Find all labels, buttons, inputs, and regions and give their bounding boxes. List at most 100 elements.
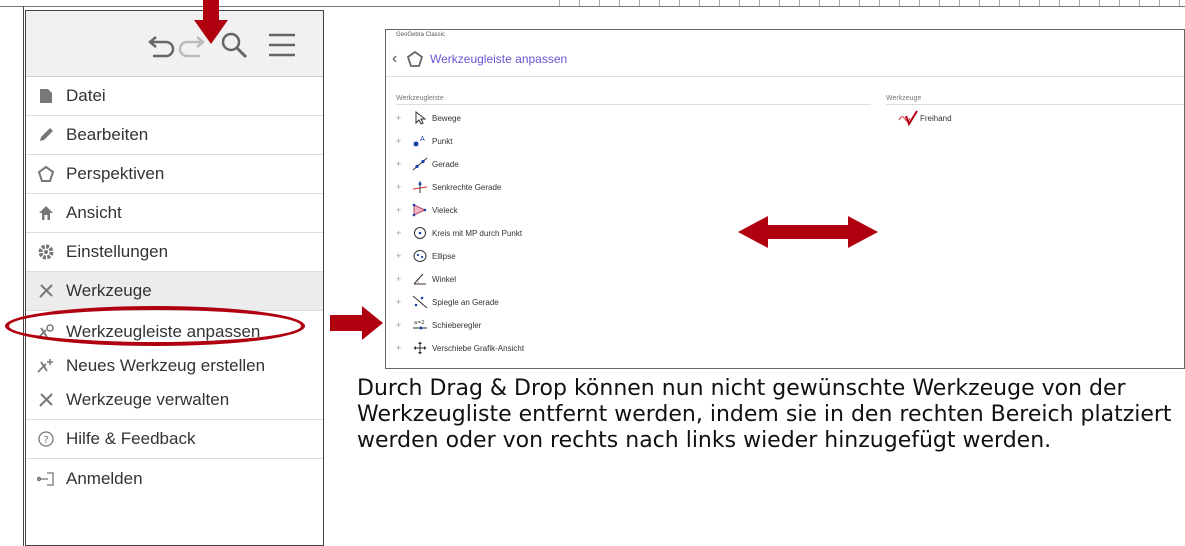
customize-toolbar-icon: [26, 324, 66, 340]
svg-text:?: ?: [43, 435, 48, 446]
expand-icon[interactable]: +: [396, 297, 408, 307]
menu-item-ansicht[interactable]: Ansicht: [26, 194, 323, 233]
submenu-item-neues-werkzeug[interactable]: Neues Werkzeug erstellen: [26, 349, 323, 383]
menu-item-label: Bearbeiten: [66, 125, 149, 144]
tool-label: Spiegle an Gerade: [432, 297, 499, 307]
customize-toolbar-screenshot: GeoGebra Classic ‹ Werkzeugleiste anpass…: [385, 29, 1185, 369]
move-graphics-view-icon: [408, 341, 432, 355]
top-ruler: [0, 0, 1185, 7]
down-arrow-annotation: [194, 0, 228, 44]
move-tool-icon: [408, 111, 432, 125]
tools-submenu: Werkzeugleiste anpassen Neues Werkzeug e…: [26, 311, 323, 420]
available-tool-row[interactable]: Freihand: [896, 108, 952, 128]
submenu-item-label: Werkzeugleiste anpassen: [66, 322, 261, 341]
menu-item-label: Anmelden: [66, 468, 143, 488]
tool-label: Gerade: [432, 159, 459, 169]
tool-label: Winkel: [432, 274, 457, 284]
tools-icon: [26, 283, 66, 299]
line-tool-icon: [408, 157, 432, 171]
circle-center-point-icon: [408, 226, 432, 240]
submenu-item-werkzeugleiste-anpassen[interactable]: Werkzeugleiste anpassen: [26, 315, 323, 349]
menu-icon[interactable]: [264, 27, 300, 63]
window-title-text: GeoGebra Classic: [396, 32, 446, 38]
submenu-item-werkzeuge-verwalten[interactable]: Werkzeuge verwalten: [26, 383, 323, 417]
toolbar-tool-row[interactable]: + Gerade: [396, 154, 459, 174]
toolbar-column-label: Werkzeugleiste: [396, 95, 444, 102]
point-tool-icon: A: [408, 134, 432, 148]
menu-item-label: Einstellungen: [66, 242, 169, 261]
toolbar-tool-row[interactable]: + Spiegle an Gerade: [396, 292, 499, 312]
toolbar-tool-row[interactable]: + A Punkt: [396, 131, 452, 151]
svg-text:a=2: a=2: [414, 320, 424, 326]
manage-tools-icon: [26, 392, 66, 408]
expand-icon[interactable]: +: [396, 159, 408, 169]
perspectives-icon: [26, 165, 66, 183]
tools-column-label: Werkzeuge: [886, 95, 922, 102]
toolbar-tool-row[interactable]: + Ellipse: [396, 246, 456, 266]
tool-label: Vieleck: [432, 205, 458, 215]
expand-icon[interactable]: +: [396, 274, 408, 284]
slider-tool-icon: a=2: [408, 319, 432, 331]
expand-icon[interactable]: +: [396, 205, 408, 215]
tool-label: Freihand: [920, 113, 952, 123]
right-arrow-annotation: [330, 306, 383, 340]
menu-item-bearbeiten[interactable]: Bearbeiten: [26, 116, 323, 155]
toolbar-tool-row[interactable]: + Kreis mit MP durch Punkt: [396, 223, 522, 243]
toolbar-column-rule: [396, 104, 871, 105]
menu-item-label: Werkzeuge: [66, 281, 152, 300]
menu-item-einstellungen[interactable]: Einstellungen: [26, 233, 323, 272]
expand-icon[interactable]: +: [396, 251, 408, 261]
home-icon: [26, 205, 66, 221]
login-icon: [26, 471, 66, 486]
reflect-line-icon: [408, 295, 432, 309]
menu-item-werkzeuge[interactable]: Werkzeuge: [26, 272, 323, 311]
toolbar-tool-row[interactable]: + Verschiebe Grafik-Ansicht: [396, 338, 524, 358]
tool-label: Verschiebe Grafik-Ansicht: [432, 343, 525, 353]
main-menu-panel: Datei Bearbeiten Perspektiven Ansicht Ei…: [25, 10, 324, 546]
file-icon: [26, 88, 66, 104]
perpendicular-line-icon: [408, 180, 432, 194]
new-tool-icon: [26, 358, 66, 374]
toolbar-tool-row[interactable]: + Vieleck: [396, 200, 458, 220]
tool-label: Senkrechte Gerade: [432, 182, 502, 192]
expand-icon[interactable]: +: [396, 343, 408, 353]
menu-item-label: Hilfe & Feedback: [66, 429, 196, 448]
expand-icon[interactable]: +: [396, 113, 408, 123]
toolbar-tool-row[interactable]: + Senkrechte Gerade: [396, 177, 501, 197]
tool-label: Kreis mit MP durch Punkt: [432, 228, 523, 238]
submenu-item-label: Werkzeuge verwalten: [66, 390, 230, 409]
customize-header: ‹ Werkzeugleiste anpassen: [386, 42, 1184, 77]
explanation-caption: Durch Drag & Drop können nun nicht gewün…: [357, 376, 1172, 453]
tool-label: Schieberegler: [432, 320, 482, 330]
help-icon: ?: [26, 431, 66, 447]
tools-column-rule: [886, 104, 1184, 105]
menu-item-label: Datei: [66, 86, 106, 105]
expand-icon[interactable]: +: [396, 228, 408, 238]
ellipse-tool-icon: [408, 249, 432, 263]
back-icon[interactable]: ‹: [392, 50, 406, 68]
perspectives-icon: [406, 50, 424, 67]
window-title: GeoGebra Classic: [386, 30, 1184, 40]
header-title: Werkzeugleiste anpassen: [430, 52, 568, 66]
toolbar-tool-row[interactable]: + Winkel: [396, 269, 456, 289]
menu-item-label: Ansicht: [66, 203, 122, 222]
expand-icon[interactable]: +: [396, 136, 408, 146]
toolbar-tool-row[interactable]: + a=2 Schieberegler: [396, 315, 481, 335]
menu-item-datei[interactable]: Datei: [26, 77, 323, 116]
tool-label: Ellipse: [432, 251, 456, 261]
toolbar-tool-row[interactable]: + Bewege: [396, 108, 461, 128]
menu-item-label: Perspektiven: [66, 164, 165, 183]
menu-item-anmelden[interactable]: Anmelden: [26, 459, 323, 498]
expand-icon[interactable]: +: [396, 320, 408, 330]
pencil-icon: [26, 127, 66, 143]
svg-text:A: A: [420, 135, 425, 143]
menu-toolbar: [26, 11, 323, 77]
expand-icon[interactable]: +: [396, 182, 408, 192]
menu-item-hilfe[interactable]: ? Hilfe & Feedback: [26, 420, 323, 459]
freehand-tool-icon: [896, 110, 920, 126]
angle-tool-icon: [408, 272, 432, 286]
gear-icon: [26, 244, 66, 260]
menu-item-perspektiven[interactable]: Perspektiven: [26, 155, 323, 194]
submenu-item-label: Neues Werkzeug erstellen: [66, 356, 266, 375]
polygon-tool-icon: [408, 203, 432, 217]
